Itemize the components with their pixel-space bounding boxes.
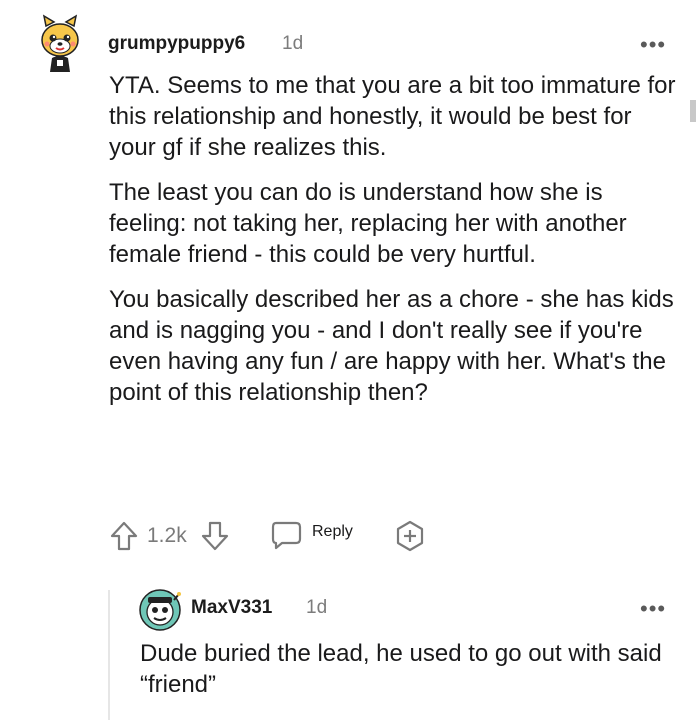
chat-bubble-icon	[271, 521, 302, 550]
comment-paragraph: The least you can do is understand how s…	[109, 179, 627, 268]
comment-paragraph: YTA. Seems to me that you are a bit too …	[109, 72, 676, 161]
scrollbar-thumb[interactable]	[690, 100, 696, 122]
reply-username[interactable]: MaxV331	[191, 597, 272, 619]
upvote-button[interactable]	[109, 520, 139, 552]
reply-label: Reply	[312, 523, 353, 540]
vote-count: 1.2k	[147, 524, 187, 547]
award-button[interactable]	[394, 520, 426, 552]
reply-avatar[interactable]	[138, 588, 182, 632]
downvote-button[interactable]	[200, 520, 230, 552]
upvote-arrow-icon	[110, 521, 138, 551]
comment-paragraph: You basically described her as a chore -…	[109, 286, 674, 406]
reply-paragraph: Dude buried the lead, he used to go out …	[140, 640, 662, 698]
thread-line[interactable]	[108, 590, 110, 720]
comment-body: YTA. Seems to me that you are a bit too …	[109, 70, 679, 422]
more-options-button[interactable]: •••	[640, 34, 666, 56]
reply-body: Dude buried the lead, he used to go out …	[140, 638, 685, 714]
reply-time: 1d	[306, 597, 328, 618]
comment-time: 1d	[282, 33, 304, 54]
downvote-arrow-icon	[201, 521, 229, 551]
award-icon	[396, 520, 424, 552]
username[interactable]: grumpypuppy6	[108, 33, 245, 55]
reply-button[interactable]: Reply	[270, 518, 372, 552]
reply-more-options-button[interactable]: •••	[640, 598, 666, 620]
avatar[interactable]	[38, 14, 82, 74]
